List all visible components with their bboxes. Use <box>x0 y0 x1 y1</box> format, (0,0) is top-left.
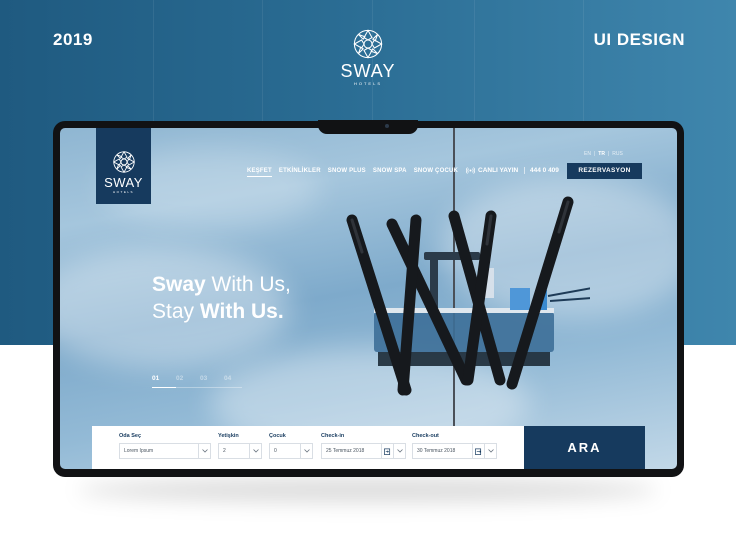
device-shadow <box>78 478 658 502</box>
chevron-down-icon <box>484 444 496 458</box>
laptop-frame: SWAY HOTELS KEŞFET ETKİNLİKLER SNOW PLUS… <box>53 120 684 477</box>
booking-form: Oda Seç Lorem Ipsum Yetişkin 2 Çocuk 0 C… <box>92 426 524 469</box>
site-logo-name: SWAY <box>104 175 143 190</box>
room-select[interactable]: Lorem Ipsum <box>119 443 211 459</box>
nav-item-etkinlikler[interactable]: ETKİNLİKLER <box>279 168 321 177</box>
lang-tr[interactable]: TR <box>598 151 605 157</box>
slide-dot-1[interactable]: 01 <box>152 375 164 382</box>
search-button[interactable]: ARA <box>524 426 645 469</box>
logo-mandala-icon <box>353 29 383 59</box>
lang-separator: | <box>607 151 610 157</box>
hero-line-2-bold: With Us. <box>199 300 284 323</box>
chevron-down-icon <box>198 444 210 458</box>
slider-progress-track <box>152 387 242 388</box>
room-field: Oda Seç Lorem Ipsum <box>119 433 211 459</box>
checkout-label: Check-out <box>412 433 439 439</box>
language-switcher: EN | TR | RUS <box>584 151 623 157</box>
hero-line-2: Stay With Us. <box>152 298 291 325</box>
phone-number[interactable]: 444 0 409 <box>524 167 559 174</box>
child-field: Çocuk 0 <box>269 433 313 459</box>
presentation-brand-name: SWAY <box>340 61 396 81</box>
reservation-button[interactable]: REZERVASYON <box>567 163 642 179</box>
adult-select[interactable]: 2 <box>218 443 262 459</box>
live-broadcast-icon <box>466 167 475 174</box>
child-value: 0 <box>274 448 277 454</box>
checkin-date-input[interactable]: 25 Temmuz 2018 <box>321 443 406 459</box>
chevron-down-icon <box>393 444 405 458</box>
hero-line-1: Sway With Us, <box>152 271 291 298</box>
checkout-date-input[interactable]: 30 Temmuz 2018 <box>412 443 497 459</box>
presentation-brand-sub: HOTELS <box>353 81 382 86</box>
site-logo[interactable]: SWAY HOTELS <box>96 128 151 204</box>
live-broadcast-link[interactable]: CANLI YAYIN <box>466 166 518 175</box>
slide-dot-3[interactable]: 03 <box>200 375 212 382</box>
nav-item-kesfet[interactable]: KEŞFET <box>247 168 272 177</box>
hero-line-1-bold: Sway <box>152 273 206 296</box>
slide-dot-4[interactable]: 04 <box>224 375 236 382</box>
child-select[interactable]: 0 <box>269 443 313 459</box>
checkin-label: Check-in <box>321 433 345 439</box>
main-navigation: KEŞFET ETKİNLİKLER SNOW PLUS SNOW SPA SN… <box>247 168 458 177</box>
chevron-down-icon <box>249 444 261 458</box>
child-label: Çocuk <box>269 433 286 439</box>
hero-heading: Sway With Us, Stay With Us. <box>152 271 291 325</box>
presentation-tag: UI DESIGN <box>593 30 685 49</box>
slide-dot-2[interactable]: 02 <box>176 375 188 382</box>
lang-rus[interactable]: RUS <box>612 151 623 157</box>
website-screen: SWAY HOTELS KEŞFET ETKİNLİKLER SNOW PLUS… <box>60 128 677 469</box>
slider-progress-fill <box>152 387 177 388</box>
device-notch <box>318 120 418 134</box>
presentation-year: 2019 <box>53 30 93 49</box>
logo-mandala-icon <box>112 150 135 174</box>
checkin-value: 25 Temmuz 2018 <box>326 448 365 454</box>
live-broadcast-label: CANLI YAYIN <box>478 167 519 174</box>
checkin-field: Check-in 25 Temmuz 2018 <box>321 433 406 459</box>
nav-item-snow-spa[interactable]: SNOW SPA <box>373 168 407 177</box>
adult-field: Yetişkin 2 <box>218 433 262 459</box>
camera-dot <box>385 124 389 128</box>
presentation-logo: SWAY HOTELS <box>338 28 398 86</box>
checkout-value: 30 Temmuz 2018 <box>417 448 456 454</box>
nav-item-snow-cocuk[interactable]: SNOW ÇOCUK <box>414 168 458 177</box>
calendar-in-icon[interactable] <box>381 444 393 458</box>
chevron-down-icon <box>300 444 312 458</box>
lang-en[interactable]: EN <box>584 151 591 157</box>
room-label: Oda Seç <box>119 433 142 439</box>
calendar-out-icon[interactable] <box>472 444 484 458</box>
adult-label: Yetişkin <box>218 433 239 439</box>
hero-line-2-pre: Stay <box>152 300 200 323</box>
hero-line-1-rest: With Us, <box>205 273 291 296</box>
room-value: Lorem Ipsum <box>124 448 154 454</box>
checkout-field: Check-out 30 Temmuz 2018 <box>412 433 497 459</box>
site-logo-sub: HOTELS <box>112 190 134 194</box>
nav-item-snow-plus[interactable]: SNOW PLUS <box>328 168 366 177</box>
adult-value: 2 <box>223 448 226 454</box>
slider-pagination: 01 02 03 04 <box>152 375 236 382</box>
lang-separator: | <box>593 151 596 157</box>
